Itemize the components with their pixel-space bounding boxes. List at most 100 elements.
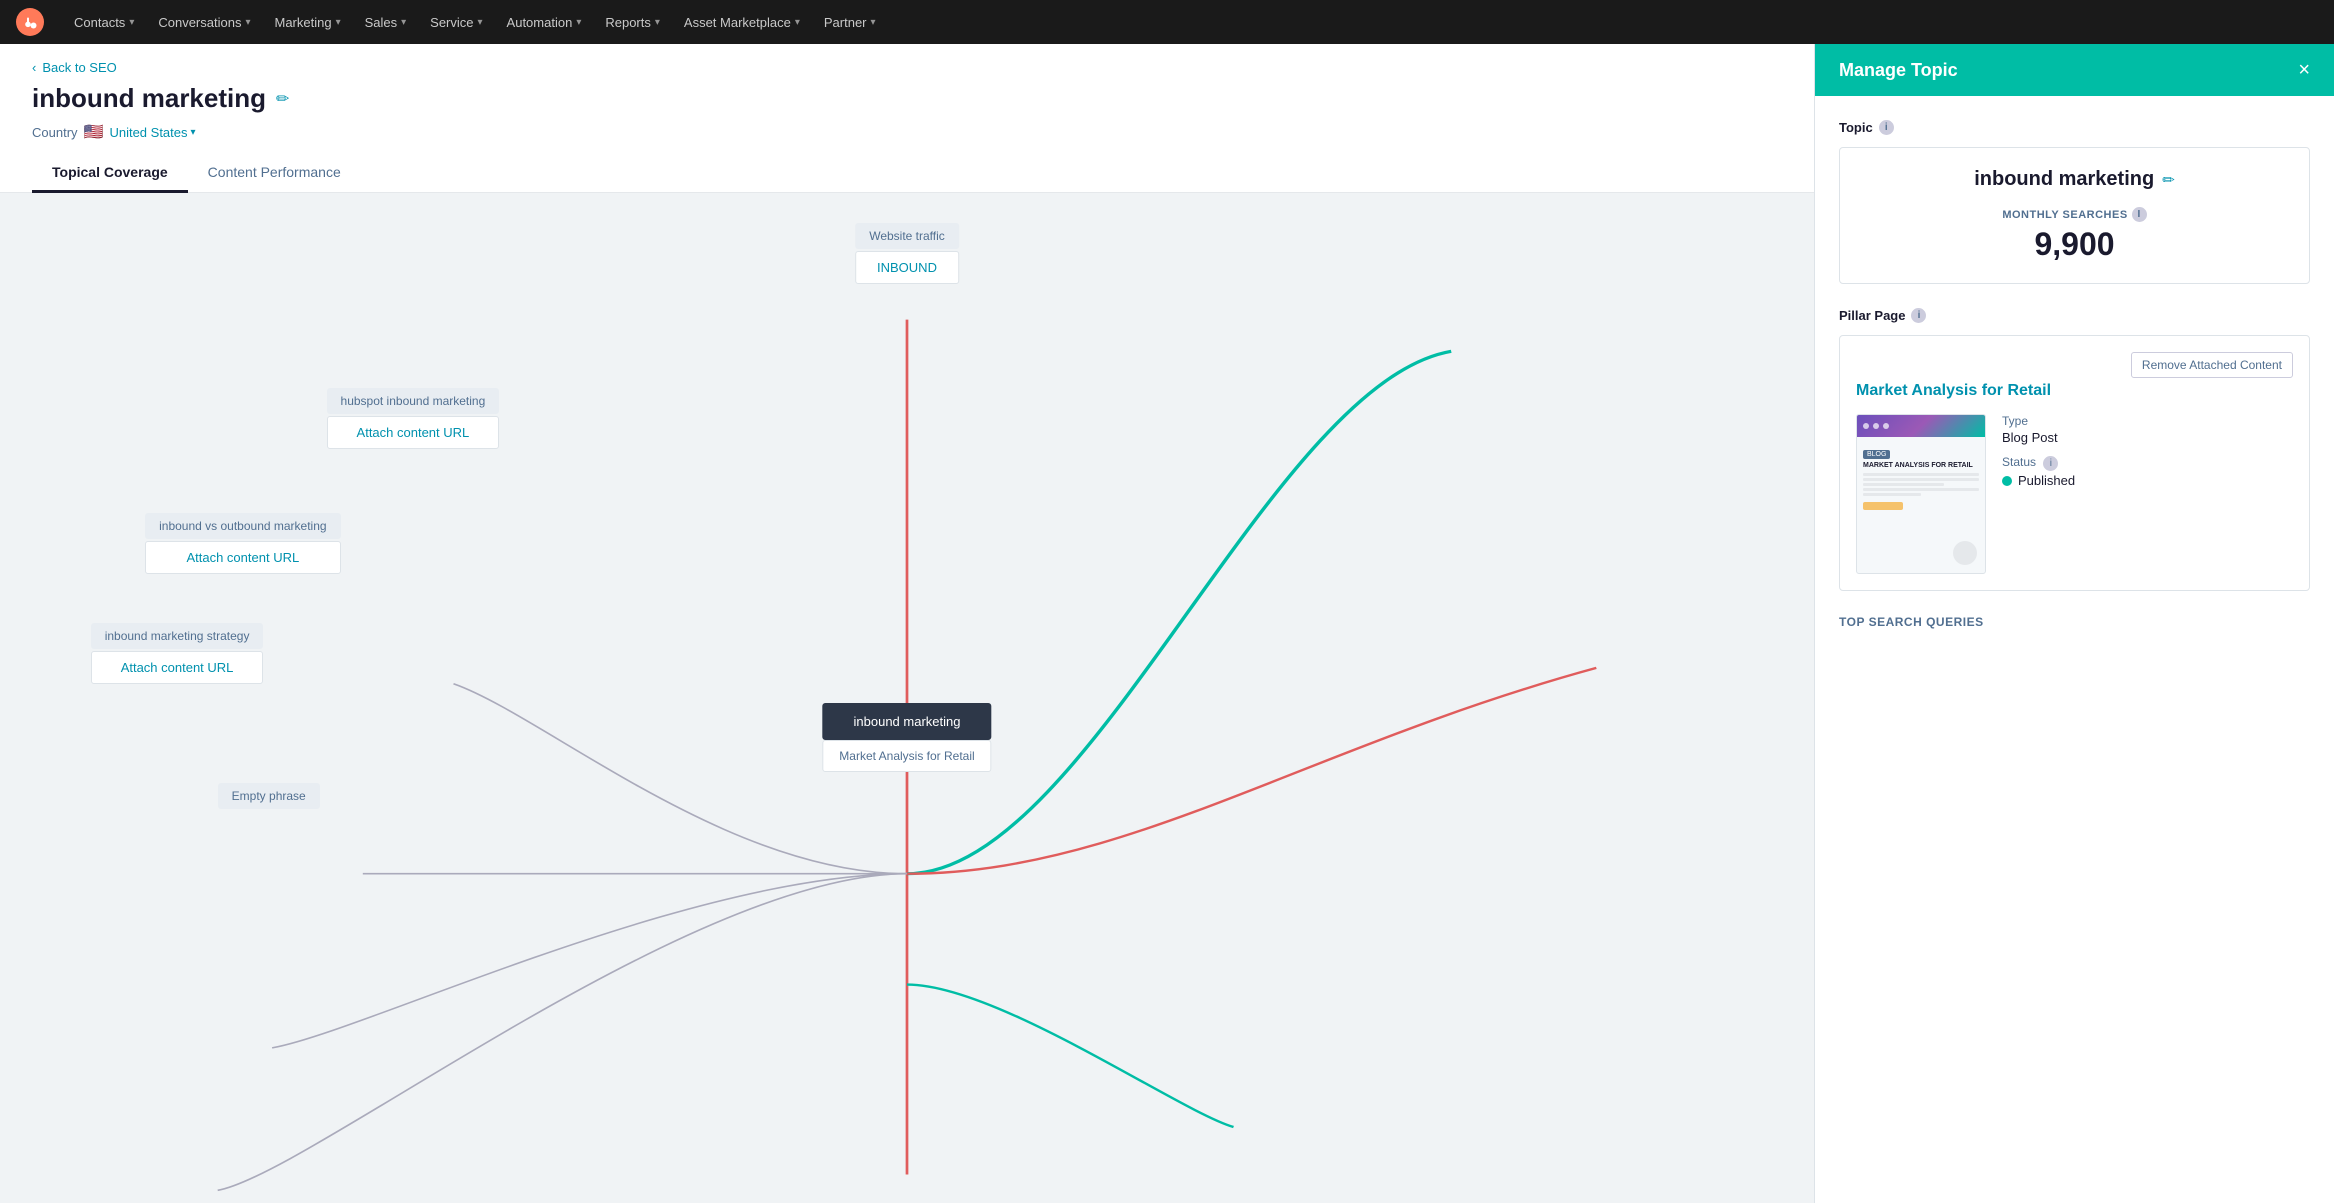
topic-map-svg bbox=[0, 193, 1814, 1203]
pillar-section-label: Pillar Page i bbox=[1839, 308, 2310, 323]
nav-items: Contacts ▾ Conversations ▾ Marketing ▾ S… bbox=[62, 0, 888, 44]
chevron-down-icon: ▾ bbox=[191, 127, 196, 138]
chevron-down-icon: ▾ bbox=[245, 17, 250, 28]
topic-info-icon[interactable]: i bbox=[1879, 120, 1894, 135]
pillar-status-key: Status i bbox=[2002, 455, 2293, 471]
pillar-type-value: Blog Post bbox=[2002, 430, 2293, 445]
status-dot bbox=[2002, 476, 2012, 486]
page-title-row: inbound marketing ✏ bbox=[32, 83, 1782, 114]
page-title: inbound marketing bbox=[32, 83, 266, 114]
chevron-down-icon: ▾ bbox=[576, 17, 581, 28]
topic-section-label: Topic i bbox=[1839, 120, 2310, 135]
page-header: ‹ Back to SEO inbound marketing ✏ Countr… bbox=[0, 44, 1814, 193]
thumb-dot bbox=[1873, 423, 1879, 429]
website-traffic-label: Website traffic bbox=[855, 223, 959, 249]
pillar-meta: Type Blog Post Status i Publis bbox=[2002, 414, 2293, 574]
main-topic-box[interactable]: inbound marketing bbox=[822, 703, 991, 740]
back-to-seo-link[interactable]: ‹ Back to SEO bbox=[32, 60, 1782, 75]
thumb-line bbox=[1863, 473, 1979, 476]
tab-content-performance[interactable]: Content Performance bbox=[188, 154, 361, 193]
thumb-body: BLOG MARKET ANALYSIS FOR RETAIL bbox=[1857, 437, 1985, 516]
pillar-status-value-row: Published bbox=[2002, 473, 2293, 488]
strategy-label: inbound marketing strategy bbox=[91, 623, 264, 649]
main-content: ‹ Back to SEO inbound marketing ✏ Countr… bbox=[0, 44, 2334, 1203]
monthly-searches-label: MONTHLY SEARCHES i bbox=[1860, 207, 2289, 222]
pillar-info-icon[interactable]: i bbox=[1911, 308, 1926, 323]
thumb-line bbox=[1863, 488, 1979, 491]
strategy-node: inbound marketing strategy Attach conten… bbox=[91, 623, 264, 684]
pillar-box: Remove Attached Content Market Analysis … bbox=[1839, 335, 2310, 591]
thumb-img-bottom bbox=[1953, 541, 1977, 565]
inbound-vs-attach-btn[interactable]: Attach content URL bbox=[145, 541, 340, 574]
country-selector[interactable]: United States ▾ bbox=[109, 125, 195, 140]
chevron-down-icon: ▾ bbox=[401, 17, 406, 28]
pillar-type-key: Type bbox=[2002, 414, 2293, 428]
monthly-searches-info-icon[interactable]: i bbox=[2132, 207, 2147, 222]
panel-body: Topic i inbound marketing ✏ MONTHLY SEAR… bbox=[1815, 96, 2334, 653]
website-traffic-node: Website traffic INBOUND bbox=[855, 223, 959, 284]
topic-edit-icon[interactable]: ✏ bbox=[2162, 171, 2175, 189]
pillar-page-section: Pillar Page i Remove Attached Content Ma… bbox=[1839, 308, 2310, 591]
country-flag: 🇺🇸 bbox=[84, 122, 104, 142]
empty-phrase-node: Empty phrase bbox=[218, 783, 320, 811]
hubspot-node: hubspot inbound marketing Attach content… bbox=[327, 388, 500, 449]
nav-bar: Contacts ▾ Conversations ▾ Marketing ▾ S… bbox=[0, 0, 2334, 44]
left-panel: ‹ Back to SEO inbound marketing ✏ Countr… bbox=[0, 44, 1814, 1203]
nav-item-service[interactable]: Service ▾ bbox=[418, 0, 494, 44]
top-search-queries-label: TOP SEARCH QUERIES bbox=[1839, 615, 2310, 629]
pillar-status-value: Published bbox=[2018, 473, 2075, 488]
country-row: Country 🇺🇸 United States ▾ bbox=[32, 122, 1782, 142]
chevron-down-icon: ▾ bbox=[129, 17, 134, 28]
hubspot-label: hubspot inbound marketing bbox=[327, 388, 500, 414]
topic-box: inbound marketing ✏ MONTHLY SEARCHES i 9… bbox=[1839, 147, 2310, 284]
pillar-content-row: BLOG MARKET ANALYSIS FOR RETAIL bbox=[1856, 414, 2293, 574]
thumb-header bbox=[1857, 415, 1985, 437]
inbound-vs-node: inbound vs outbound marketing Attach con… bbox=[145, 513, 340, 574]
status-info-icon[interactable]: i bbox=[2043, 456, 2058, 471]
nav-item-asset-marketplace[interactable]: Asset Marketplace ▾ bbox=[672, 0, 812, 44]
nav-item-reports[interactable]: Reports ▾ bbox=[593, 0, 672, 44]
thumb-badge bbox=[1863, 502, 1903, 510]
monthly-searches-value: 9,900 bbox=[1860, 226, 2289, 263]
topic-name-row: inbound marketing ✏ bbox=[1860, 168, 2289, 191]
hubspot-logo bbox=[16, 8, 44, 36]
hubspot-attach-btn[interactable]: Attach content URL bbox=[327, 416, 500, 449]
nav-item-conversations[interactable]: Conversations ▾ bbox=[146, 0, 262, 44]
nav-item-contacts[interactable]: Contacts ▾ bbox=[62, 0, 146, 44]
pillar-title-link[interactable]: Market Analysis for Retail bbox=[1856, 378, 2293, 400]
remove-attached-content-button[interactable]: Remove Attached Content bbox=[2131, 352, 2293, 378]
topic-name: inbound marketing bbox=[1974, 168, 2154, 191]
thumb-line-short bbox=[1863, 483, 1944, 486]
panel-header: Manage Topic × bbox=[1815, 44, 2334, 96]
thumb-line-shorter bbox=[1863, 493, 1921, 496]
chevron-down-icon: ▾ bbox=[336, 17, 341, 28]
thumb-tag: BLOG bbox=[1863, 450, 1890, 459]
empty-phrase-label: Empty phrase bbox=[218, 783, 320, 809]
chevron-down-icon: ▾ bbox=[655, 17, 660, 28]
main-topic-sub: Market Analysis for Retail bbox=[822, 740, 991, 772]
nav-item-sales[interactable]: Sales ▾ bbox=[353, 0, 419, 44]
right-panel: Manage Topic × Topic i inbound marketing… bbox=[1814, 44, 2334, 1203]
inbound-box[interactable]: INBOUND bbox=[855, 251, 959, 284]
pillar-status-row: Status i Published bbox=[2002, 455, 2293, 488]
thumb-line bbox=[1863, 478, 1979, 481]
close-panel-button[interactable]: × bbox=[2298, 60, 2310, 80]
nav-item-marketing[interactable]: Marketing ▾ bbox=[262, 0, 352, 44]
chevron-down-icon: ▾ bbox=[795, 17, 800, 28]
thumb-dot bbox=[1863, 423, 1869, 429]
thumb-heading: MARKET ANALYSIS FOR RETAIL bbox=[1863, 462, 1979, 470]
pillar-type-row: Type Blog Post bbox=[2002, 414, 2293, 445]
nav-item-automation[interactable]: Automation ▾ bbox=[495, 0, 594, 44]
topic-map: Website traffic INBOUND hubspot inbound … bbox=[0, 193, 1814, 1203]
chevron-down-icon: ▾ bbox=[478, 17, 483, 28]
nav-item-partner[interactable]: Partner ▾ bbox=[812, 0, 888, 44]
thumb-dot bbox=[1883, 423, 1889, 429]
tab-topical-coverage[interactable]: Topical Coverage bbox=[32, 154, 188, 193]
inbound-vs-label: inbound vs outbound marketing bbox=[145, 513, 340, 539]
panel-title: Manage Topic bbox=[1839, 60, 1958, 81]
main-topic-node: inbound marketing Market Analysis for Re… bbox=[822, 703, 991, 772]
chevron-down-icon: ▾ bbox=[871, 17, 876, 28]
strategy-attach-btn[interactable]: Attach content URL bbox=[91, 651, 264, 684]
edit-title-icon[interactable]: ✏ bbox=[276, 89, 289, 109]
pillar-thumbnail: BLOG MARKET ANALYSIS FOR RETAIL bbox=[1856, 414, 1986, 574]
